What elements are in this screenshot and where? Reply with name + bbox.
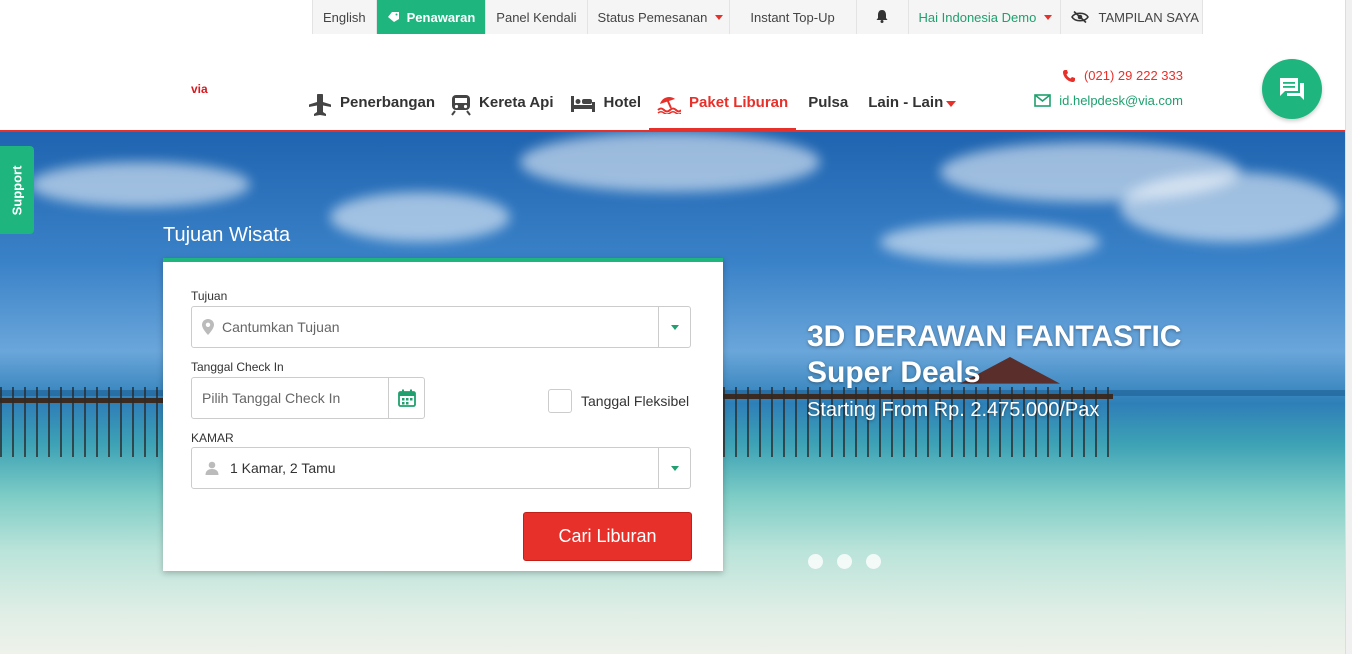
map-pin-icon [202,319,214,335]
account-dropdown[interactable]: Hai Indonesia Demo [907,0,1060,34]
language-label: English [323,9,366,25]
email-address: id.helpdesk@via.com [1059,93,1183,108]
flexible-date-label: Tanggal Fleksibel [581,393,690,409]
calendar-icon [397,389,416,407]
destination-placeholder: Cantumkan Tujuan [222,319,340,335]
room-guest-value: 1 Kamar, 2 Tamu [230,460,336,476]
nav-hotels-label: Hotel [603,94,642,111]
destination-select[interactable]: Cantumkan Tujuan [191,306,691,348]
nav-more-label: Lain - Lain [868,94,944,111]
train-icon [451,94,471,116]
nav-holiday-packages[interactable]: Paket Liburan [649,88,797,132]
order-status-label: Status Pemesanan [597,9,708,25]
nav-pulsa[interactable]: Pulsa [796,88,856,132]
dashboard-link[interactable]: Panel Kendali [485,0,587,34]
chat-button[interactable] [1262,59,1322,119]
beach-icon [657,94,681,114]
account-greeting: Hai Indonesia Demo [918,9,1037,25]
nav-flights-label: Penerbangan [340,94,436,111]
cloud-shape [1120,172,1340,242]
top-utility-bar: English Penawaran Panel Kendali Status P… [312,0,1203,34]
checkbox-box[interactable] [548,389,572,413]
nav-trains[interactable]: Kereta Api [443,88,561,132]
main-nav: Penerbangan Kereta Api Hotel Paket Libur… [300,88,964,132]
support-tab[interactable]: Support [0,146,34,234]
caret-down-icon [715,14,724,20]
carousel-dots [808,554,895,569]
flexible-date-checkbox[interactable]: Tanggal Fleksibel [548,389,689,413]
holiday-search-form: Tujuan Cantumkan Tujuan Tanggal Check In… [163,258,723,571]
nav-holiday-packages-label: Paket Liburan [689,94,789,111]
calendar-button[interactable] [388,378,424,418]
cloud-shape [520,132,820,192]
destination-dropdown-toggle[interactable] [658,307,690,347]
promo-link[interactable]: Penawaran [375,0,486,34]
main-header: via Penerbangan Kereta Api Hotel Paket L… [0,34,1345,132]
promo-banner[interactable]: 3D DERAWAN FANTASTIC Super Deals Startin… [807,319,1181,422]
caret-down-icon [1044,14,1053,20]
hero-banner: Tujuan Wisata Tujuan Cantumkan Tujuan Ta… [0,132,1345,654]
page-scrollbar[interactable] [1345,0,1352,654]
nav-pulsa-label: Pulsa [808,94,849,111]
carousel-dot[interactable] [866,554,881,569]
phone-icon [1062,69,1075,82]
destination-label: Tujuan [191,289,228,303]
phone-number: (021) 29 222 333 [1083,68,1183,83]
cloud-shape [880,222,1100,262]
dashboard-label: Panel Kendali [496,9,577,25]
topup-link[interactable]: Instant Top-Up [728,0,856,34]
airplane-icon [308,94,332,116]
view-label: TAMPILAN SAYA [1098,9,1199,25]
promo-title-line2: Super Deals [807,356,981,389]
nav-trains-label: Kereta Api [479,94,554,111]
bed-icon [570,94,596,114]
tag-icon [387,11,401,23]
site-logo[interactable]: via [191,82,208,96]
room-guest-select[interactable]: 1 Kamar, 2 Tamu [191,447,691,489]
user-icon [204,461,220,475]
promo-title-line1: 3D DERAWAN FANTASTIC [807,320,1182,353]
support-label: Support [9,165,25,215]
promo-label: Penawaran [406,9,476,25]
search-section-title: Tujuan Wisata [163,224,291,246]
language-switch[interactable]: English [312,0,376,34]
caret-down-icon [946,101,957,107]
checkin-placeholder: Pilih Tanggal Check In [202,390,341,406]
nav-flights[interactable]: Penerbangan [300,88,443,132]
caret-down-icon [670,465,679,471]
room-dropdown-toggle[interactable] [658,448,690,488]
carousel-dot[interactable] [837,554,852,569]
checkin-label: Tanggal Check In [191,360,284,374]
cloud-shape [30,162,250,207]
carousel-dot[interactable] [808,554,823,569]
pier [0,387,163,457]
logo-text: via [191,82,208,96]
search-holiday-button[interactable]: Cari Liburan [523,512,692,561]
cloud-shape [330,192,510,242]
email-link[interactable]: id.helpdesk@via.com [1034,93,1183,108]
topup-label: Instant Top-Up [750,9,835,25]
order-status-dropdown[interactable]: Status Pemesanan [586,0,729,34]
nav-hotels[interactable]: Hotel [562,88,650,132]
eye-off-icon [1070,11,1089,23]
room-label: KAMAR [191,431,234,445]
nav-more-dropdown[interactable]: Lain - Lain [856,88,964,132]
mail-icon [1034,94,1052,107]
checkin-date-input[interactable]: Pilih Tanggal Check In [191,377,425,419]
chat-icon [1280,78,1304,100]
caret-down-icon [670,324,679,330]
promo-subtitle: Starting From Rp. 2.475.000/Pax [807,399,1100,421]
bell-icon [876,9,888,26]
phone-link[interactable]: (021) 29 222 333 [1034,68,1183,83]
view-toggle[interactable]: TAMPILAN SAYA [1059,0,1203,34]
contact-info: (021) 29 222 333 id.helpdesk@via.com [1034,68,1183,108]
notification-button[interactable] [855,0,908,34]
